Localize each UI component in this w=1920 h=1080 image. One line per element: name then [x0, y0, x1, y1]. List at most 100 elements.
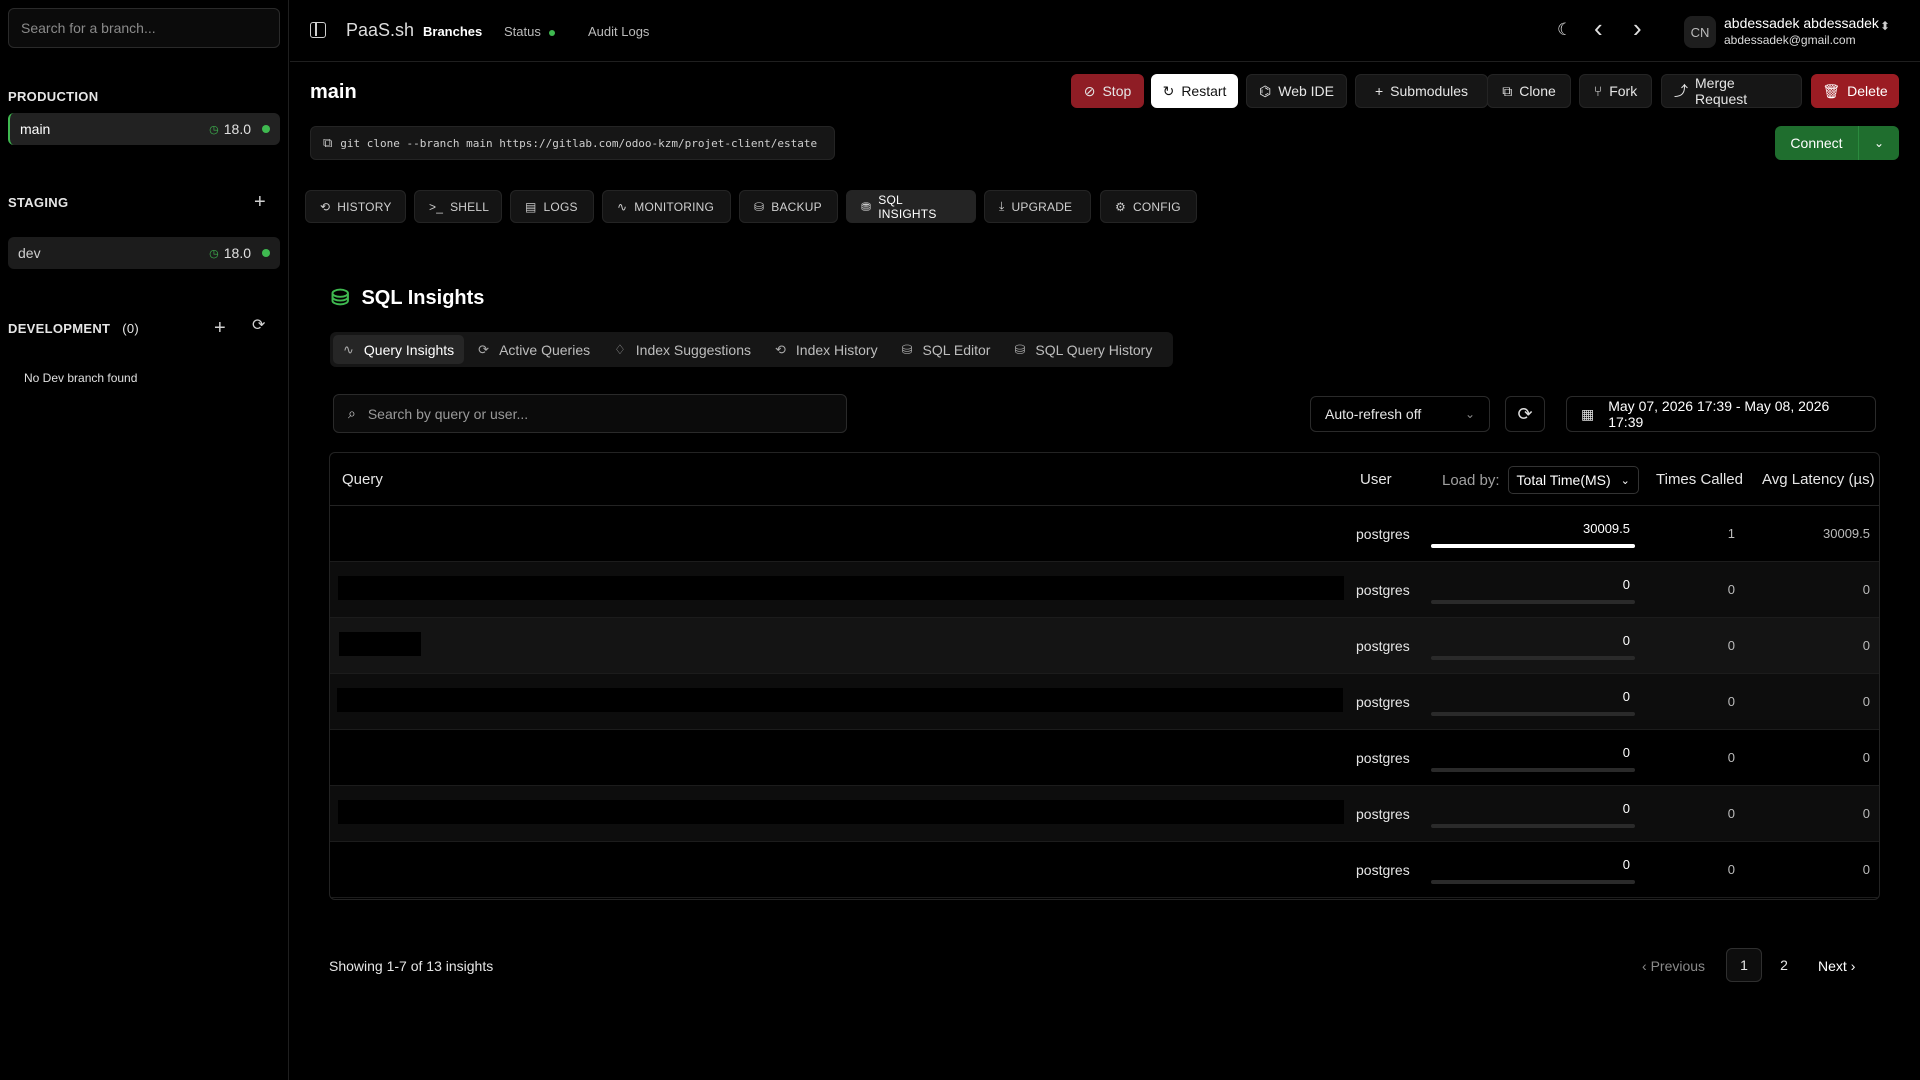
tab-monitoring[interactable]: ∿ MONITORING — [602, 190, 731, 223]
query-search-input[interactable]: ⌕ Search by query or user... — [333, 394, 847, 433]
subtab-sql-editor[interactable]: ⛁ SQL Editor — [892, 335, 1001, 364]
col-user: User — [1360, 471, 1392, 488]
copy-icon[interactable]: ⧉ — [323, 136, 332, 151]
branch-search-input[interactable]: Search for a branch... — [8, 8, 280, 48]
row-avg-latency: 0 — [1862, 862, 1870, 877]
fork-button[interactable]: ⑂ Fork — [1579, 74, 1652, 108]
tab-sql-label: SQL INSIGHTS — [878, 192, 937, 221]
load-by-value: Total Time(MS) — [1516, 472, 1611, 488]
sql-brain-icon: ⛃ — [861, 199, 872, 214]
status-dot — [548, 29, 555, 36]
nav-status[interactable]: Status — [504, 24, 555, 39]
row-times-called: 0 — [1727, 582, 1735, 597]
row-load: 0 — [1622, 745, 1630, 760]
database-icon: ⛁ — [901, 341, 913, 357]
row-user: postgres — [1356, 750, 1410, 766]
tab-upgrade[interactable]: ⤓ UPGRADE — [984, 190, 1091, 223]
toggle-sidebar-icon[interactable] — [310, 22, 326, 38]
auto-refresh-select[interactable]: Auto-refresh off ⌄ — [1310, 396, 1490, 432]
row-avg-latency: 30009.5 — [1823, 526, 1870, 541]
moon-icon[interactable]: ☾ — [1557, 21, 1572, 38]
avatar[interactable]: CN — [1684, 16, 1716, 48]
stop-button[interactable]: ⊘ Stop — [1071, 74, 1144, 108]
tab-history[interactable]: ⟲ HISTORY — [305, 190, 406, 223]
row-times-called: 0 — [1727, 694, 1735, 709]
load-by-select[interactable]: Total Time(MS) ⌄ — [1507, 466, 1639, 494]
tab-backup[interactable]: ⛁ BACKUP — [739, 190, 838, 223]
load-bar — [1431, 544, 1635, 548]
previous-label: Previous — [1650, 958, 1706, 974]
redacted-query — [338, 576, 1344, 600]
table-row[interactable]: postgres 0 0 0 — [330, 842, 1879, 898]
page-1-button[interactable]: 1 — [1726, 948, 1762, 982]
row-avg-latency: 0 — [1862, 694, 1870, 709]
production-section-title: PRODUCTION — [8, 89, 99, 104]
forward-arrow-icon[interactable]: › — [1633, 15, 1642, 41]
sidebar-branch-main[interactable]: main ◷ 18.0 — [8, 113, 280, 145]
subtab-sql-query-history[interactable]: ⛁ SQL Query History — [1004, 335, 1162, 364]
row-user: postgres — [1356, 694, 1410, 710]
table-row[interactable]: postgres 0 0 0 — [330, 786, 1879, 842]
subtab-index-suggestions[interactable]: ♢ Index Suggestions — [604, 335, 761, 364]
clone-command[interactable]: ⧉ git clone --branch main https://gitlab… — [310, 126, 835, 160]
nav-branches[interactable]: Branches — [423, 24, 482, 39]
row-user: postgres — [1356, 806, 1410, 822]
plus-icon: + — [1374, 83, 1384, 99]
subtab-label: Index History — [795, 341, 878, 358]
status-dot — [262, 249, 270, 257]
load-bar — [1431, 656, 1635, 660]
back-arrow-icon[interactable]: ‹ — [1594, 15, 1603, 41]
chevron-down-icon[interactable]: ⌄ — [1859, 126, 1899, 160]
branch-version: ◷ 18.0 — [209, 245, 270, 261]
load-bar — [1431, 824, 1635, 828]
subtab-label: Active Queries — [499, 341, 591, 358]
sidebar-branch-dev[interactable]: dev ◷ 18.0 — [8, 237, 280, 269]
refresh-icon[interactable]: ⟳ — [252, 318, 265, 334]
database-icon: ⛁ — [1014, 341, 1026, 357]
brand-logo: PaaS.sh — [346, 20, 415, 40]
stop-icon: ⊘ — [1083, 82, 1096, 99]
col-avg-latency: Avg Latency (µs) — [1762, 471, 1875, 488]
table-row[interactable]: postgres 0 0 0 — [330, 730, 1879, 786]
redacted-query — [337, 688, 1343, 712]
restart-label: Restart — [1181, 83, 1227, 99]
table-row[interactable]: postgres 0 0 0 — [330, 674, 1879, 730]
subtab-label: SQL Query History — [1035, 341, 1153, 358]
user-name[interactable]: abdessadek abdessadek — [1724, 15, 1879, 31]
restart-icon: ↻ — [1162, 82, 1175, 99]
date-range-picker[interactable]: ▦ May 07, 2026 17:39 - May 08, 2026 17:3… — [1566, 396, 1876, 432]
chevron-updown-icon[interactable]: ⬍ — [1880, 20, 1890, 32]
tab-config[interactable]: ⚙ CONFIG — [1100, 190, 1197, 223]
subtab-query-insights[interactable]: ∿ Query Insights — [333, 335, 465, 364]
nav-audit-logs[interactable]: Audit Logs — [588, 24, 649, 39]
tab-shell-label: SHELL — [450, 199, 490, 214]
subtab-index-history[interactable]: ⟲ Index History — [765, 335, 888, 364]
topbar: PaaS.sh Branches Status Audit Logs ☾ ‹ ›… — [290, 0, 1920, 62]
restart-button[interactable]: ↻ Restart — [1151, 74, 1238, 108]
connect-button[interactable]: Connect — [1775, 126, 1859, 160]
submodules-button[interactable]: + Submodules — [1355, 74, 1488, 108]
terminal-icon: >_ — [429, 199, 444, 214]
previous-button[interactable]: ‹ Previous — [1642, 958, 1705, 974]
refresh-button[interactable]: ⟳ — [1505, 396, 1545, 432]
tab-sql-insights[interactable]: ⛃ SQL INSIGHTS — [846, 190, 976, 223]
table-row[interactable]: postgres 30009.5 1 30009.5 — [330, 506, 1879, 562]
activity-icon: ∿ — [343, 341, 354, 357]
delete-button[interactable]: 🗑 Delete — [1811, 74, 1899, 108]
table-row[interactable]: postgres 0 0 0 — [330, 562, 1879, 618]
connect-button-group: Connect ⌄ — [1775, 126, 1899, 160]
clone-button[interactable]: ⧉ Clone — [1487, 74, 1571, 108]
redacted-query — [339, 856, 1345, 880]
page-2-button[interactable]: 2 — [1766, 948, 1802, 982]
web-ide-button[interactable]: ⌬ Web IDE — [1246, 74, 1347, 108]
next-button[interactable]: Next › — [1818, 958, 1855, 974]
load-by-label: Load by: — [1442, 471, 1500, 489]
table-row[interactable]: postgres 0 0 0 — [330, 618, 1879, 674]
subtab-active-queries[interactable]: ⟳ Active Queries — [468, 335, 600, 364]
tab-logs[interactable]: ▤ LOGS — [510, 190, 594, 223]
merge-request-button[interactable]: ⤴ Merge Request — [1661, 74, 1802, 108]
add-development-icon[interactable]: + — [214, 318, 226, 338]
add-staging-icon[interactable]: + — [254, 192, 266, 212]
tab-shell[interactable]: >_ SHELL — [414, 190, 502, 223]
database-icon: ⛁ — [331, 285, 350, 310]
